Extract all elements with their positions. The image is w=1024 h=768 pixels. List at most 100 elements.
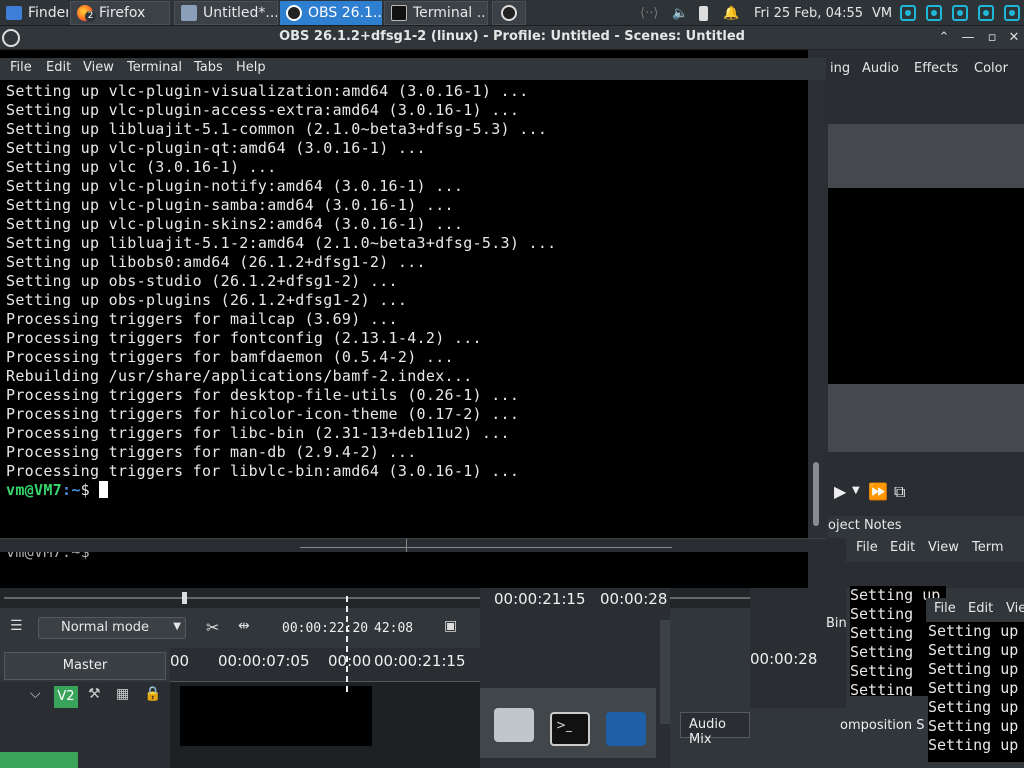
- spacer-icon[interactable]: ⇹: [238, 618, 250, 634]
- crop-icon[interactable]: ⧉: [894, 482, 905, 502]
- tray-app-icon-5[interactable]: [1004, 5, 1020, 21]
- terminal-output[interactable]: Setting up vlc-plugin-visualization:amd6…: [0, 80, 808, 538]
- app-dock: >_: [480, 688, 656, 758]
- app-dock-icon[interactable]: [606, 712, 646, 746]
- resize-divider: [300, 547, 672, 548]
- tray-app-icon-4[interactable]: [978, 5, 994, 21]
- mini2-menu-file[interactable]: File: [934, 601, 956, 616]
- taskbar-task-finder[interactable]: Finder: [0, 1, 68, 25]
- composition-tab[interactable]: omposition S: [840, 718, 925, 733]
- vm-label: VM: [872, 5, 893, 21]
- tray-app-icon-3[interactable]: [952, 5, 968, 21]
- terminal-line: Rebuilding /usr/share/applications/bamf-…: [6, 367, 473, 385]
- prompt-symbol: $: [80, 481, 91, 499]
- play-dropdown-icon[interactable]: ▼: [852, 485, 860, 496]
- scrollbar-thumb[interactable]: [813, 462, 819, 526]
- mini2-menu-view[interactable]: Vie: [1006, 601, 1024, 616]
- track-name-badge[interactable]: V2: [54, 686, 78, 708]
- terminal-menu-tabs[interactable]: Tabs: [194, 60, 223, 75]
- terminal-dock-icon[interactable]: >_: [550, 712, 590, 746]
- taskbar-task-obs-2[interactable]: [492, 1, 526, 25]
- task-label: OBS 26.1...: [308, 5, 382, 21]
- terminal-menu-help[interactable]: Help: [236, 60, 266, 75]
- lock-icon[interactable]: 🔒: [144, 686, 161, 702]
- effect-wand-icon[interactable]: ⚒: [88, 686, 101, 702]
- terminal-menu-view[interactable]: View: [83, 60, 114, 75]
- audio-mixer-tab[interactable]: Audio Mix: [680, 712, 750, 747]
- volume-icon[interactable]: 🔈: [672, 3, 688, 23]
- terminal-menu-file[interactable]: File: [10, 60, 32, 75]
- taskbar-task-firefox[interactable]: 2 Firefox: [70, 1, 170, 25]
- film-strip-icon[interactable]: ▦: [116, 686, 129, 702]
- terminal-line: Setting up obs-plugins (26.1.2+dfsg1-2) …: [6, 291, 408, 309]
- clock[interactable]: Fri 25 Feb, 04:55: [754, 3, 863, 23]
- terminal-line: Setting up: [928, 736, 1019, 754]
- zoom-fit-icon[interactable]: ▣: [444, 618, 457, 634]
- obs-icon: [286, 5, 302, 21]
- terminal-prompt[interactable]: vm@VM7:~$: [6, 481, 808, 500]
- timecode-current[interactable]: 00:00:22:20: [282, 621, 368, 636]
- monitor-timecode-next: 00:00:28: [600, 590, 668, 608]
- terminal-line: Processing triggers for bamfdaemon (0.5.…: [6, 348, 454, 366]
- monitor-scrollbar[interactable]: [660, 620, 670, 724]
- mini-menu-file[interactable]: File: [856, 540, 878, 555]
- firefox-badge: 2: [85, 11, 96, 22]
- mini-menu-view[interactable]: View: [928, 540, 959, 555]
- tray-arrows-icon[interactable]: ⟨··⟩: [640, 3, 658, 23]
- terminal-line: Setting up libobs0:amd64 (26.1.2+dfsg1-2…: [6, 253, 426, 271]
- play-icon[interactable]: ▶: [834, 482, 846, 501]
- edit-mode-select[interactable]: Normal mode ▼: [38, 617, 186, 639]
- mini-menu-terminal[interactable]: Term: [972, 540, 1004, 555]
- bin-tab[interactable]: Bin: [826, 616, 847, 631]
- mini2-menu-edit[interactable]: Edit: [968, 601, 993, 616]
- prompt-path: :~: [62, 481, 81, 499]
- taskbar-task-terminal[interactable]: Terminal ...: [384, 1, 488, 25]
- obs-menu-color[interactable]: Color: [974, 61, 1008, 76]
- terminal-line: Setting up libluajit-5.1-2:amd64 (2.1.0~…: [6, 234, 557, 252]
- scrub-handle[interactable]: [182, 592, 187, 604]
- project-notes-tab[interactable]: oject Notes: [828, 518, 902, 533]
- timeline-clip[interactable]: [180, 686, 372, 746]
- minimize-icon[interactable]: —: [960, 30, 976, 46]
- scrub-track: [4, 597, 840, 599]
- task-label: Firefox: [99, 5, 146, 21]
- mini-terminal-2-output[interactable]: Setting up Setting up Setting up Setting…: [928, 622, 1024, 762]
- obs-menu-audio[interactable]: Audio: [862, 61, 899, 76]
- monitor-timecode: 00:00:21:15: [494, 590, 586, 608]
- playhead[interactable]: [346, 596, 348, 692]
- obs-window-title: OBS 26.1.2+dfsg1-2 (linux) - Profile: Un…: [279, 29, 745, 44]
- terminal-line: Setting up obs-studio (26.1.2+dfsg1-2) .…: [6, 272, 398, 290]
- fast-forward-icon[interactable]: ⏩: [868, 482, 888, 501]
- obs-menu-effects[interactable]: Effects: [914, 61, 958, 76]
- close-icon[interactable]: ✕: [1006, 30, 1022, 46]
- taskbar-task-obs[interactable]: OBS 26.1...: [280, 1, 382, 25]
- drive-icon[interactable]: [494, 708, 534, 742]
- timeline-scrubber[interactable]: [0, 588, 846, 608]
- timecode-duration: 42:08: [374, 621, 414, 636]
- terminal-menu-edit[interactable]: Edit: [46, 60, 71, 75]
- razor-icon[interactable]: ✂: [206, 618, 219, 637]
- track-settings-icon[interactable]: ☰: [10, 618, 23, 634]
- obs-menu-partial[interactable]: ing: [830, 61, 850, 76]
- battery-icon[interactable]: [699, 3, 708, 23]
- project-notes-tab-bar: oject Notes: [828, 516, 1024, 538]
- ruler-label: 00:00:07:05: [218, 652, 310, 670]
- timeline-ruler[interactable]: 00 00:00:07:05 00:00 00:00:21:15: [170, 648, 482, 682]
- collapse-track-icon[interactable]: ⌵: [30, 686, 41, 702]
- keep-above-icon[interactable]: ⌃: [936, 30, 952, 46]
- notification-bell-icon[interactable]: 🔔: [723, 3, 739, 23]
- background-prompt: vm@VM7:~$: [6, 552, 90, 561]
- mini-menu-edit[interactable]: Edit: [890, 540, 915, 555]
- terminal-scrollbar[interactable]: [808, 80, 828, 538]
- track-header: ⌵ ⚒ ▦ 🔒: [0, 682, 170, 768]
- terminal-menu-terminal[interactable]: Terminal: [127, 60, 182, 75]
- obs-preview-canvas[interactable]: [828, 188, 1024, 384]
- maximize-icon[interactable]: ▫: [984, 30, 1000, 46]
- tray-app-icon-1[interactable]: [900, 5, 916, 21]
- taskbar-task-kdenlive[interactable]: Untitled*...: [174, 1, 278, 25]
- obs-toolbar: [828, 88, 1024, 124]
- master-button[interactable]: Master: [4, 652, 166, 680]
- kdenlive-icon: [181, 5, 197, 21]
- tray-app-icon-2[interactable]: [926, 5, 942, 21]
- terminal-line: Processing triggers for libvlc-bin:amd64…: [6, 462, 520, 480]
